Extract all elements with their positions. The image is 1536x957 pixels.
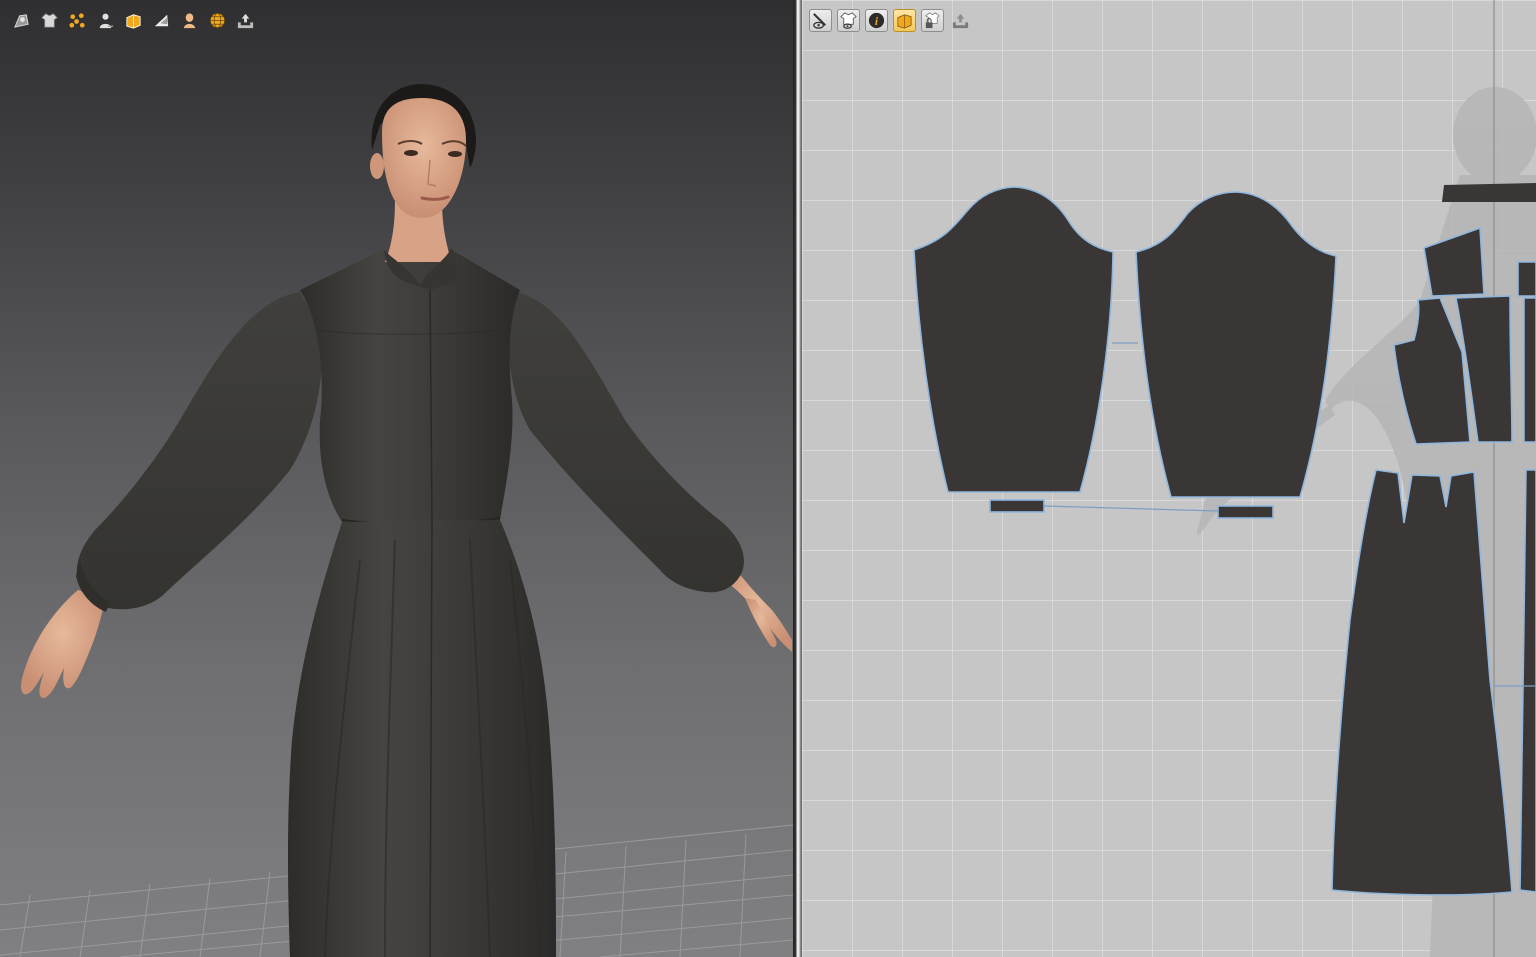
lock-garment-icon bbox=[925, 12, 940, 29]
globe-render-icon bbox=[209, 12, 226, 29]
avatar-display-button[interactable] bbox=[10, 9, 33, 32]
cuff-left[interactable] bbox=[989, 499, 1045, 513]
garment-visibility-button[interactable] bbox=[837, 9, 860, 32]
info-button[interactable]: i bbox=[865, 9, 888, 32]
viewport-3d[interactable] bbox=[0, 0, 793, 957]
sleeve-left[interactable] bbox=[913, 186, 1114, 493]
right-sleeve bbox=[508, 292, 744, 593]
texture-display-button[interactable] bbox=[122, 9, 145, 32]
left-hand bbox=[21, 590, 104, 698]
export-tray-icon bbox=[237, 13, 254, 29]
pins-display-button[interactable] bbox=[66, 9, 89, 32]
bodice bbox=[300, 250, 520, 522]
export-tray-icon bbox=[952, 13, 969, 29]
avatar[interactable] bbox=[21, 84, 792, 957]
texture-display-icon bbox=[126, 14, 141, 29]
avatar-figure-icon bbox=[99, 13, 114, 29]
bodice-yoke[interactable] bbox=[1423, 226, 1485, 297]
garment-display-icon bbox=[41, 13, 58, 28]
pins-display-icon bbox=[69, 13, 85, 28]
export-2d-button[interactable] bbox=[949, 9, 972, 32]
bodice-back[interactable] bbox=[1523, 297, 1536, 443]
fabric-mesh-button[interactable] bbox=[150, 9, 173, 32]
visibility-button[interactable] bbox=[809, 9, 832, 32]
bodice-back-yoke[interactable] bbox=[1517, 261, 1536, 297]
viewport-splitter[interactable] bbox=[793, 0, 802, 957]
pattern-canvas[interactable] bbox=[802, 0, 1536, 957]
garment-display-button[interactable] bbox=[38, 9, 61, 32]
avatar-display-icon bbox=[14, 14, 29, 28]
texture-view-icon bbox=[897, 14, 912, 29]
export-button[interactable] bbox=[234, 9, 257, 32]
visibility-icon bbox=[813, 13, 826, 29]
avatar-skin-icon bbox=[183, 13, 196, 29]
texture-view-button[interactable] bbox=[893, 9, 916, 32]
viewport-2d[interactable]: i bbox=[802, 0, 1536, 957]
face bbox=[382, 98, 466, 218]
left-sleeve bbox=[76, 292, 323, 610]
collar-band[interactable] bbox=[1442, 183, 1536, 202]
fabric-mesh-icon bbox=[154, 14, 169, 27]
avatar-figure-button[interactable] bbox=[94, 9, 117, 32]
lock-garment-button[interactable] bbox=[921, 9, 944, 32]
globe-render-button[interactable] bbox=[206, 9, 229, 32]
garment-visibility-icon bbox=[840, 12, 857, 29]
cuff-right[interactable] bbox=[1217, 505, 1274, 519]
pattern-pieces[interactable] bbox=[913, 183, 1536, 896]
info-icon: i bbox=[868, 12, 885, 29]
viewport-3d-toolbar bbox=[10, 9, 257, 32]
sleeve-right[interactable] bbox=[1135, 191, 1337, 498]
viewport-2d-toolbar: i bbox=[809, 9, 972, 32]
scene-3d[interactable] bbox=[0, 0, 793, 957]
avatar-skin-button[interactable] bbox=[178, 9, 201, 32]
